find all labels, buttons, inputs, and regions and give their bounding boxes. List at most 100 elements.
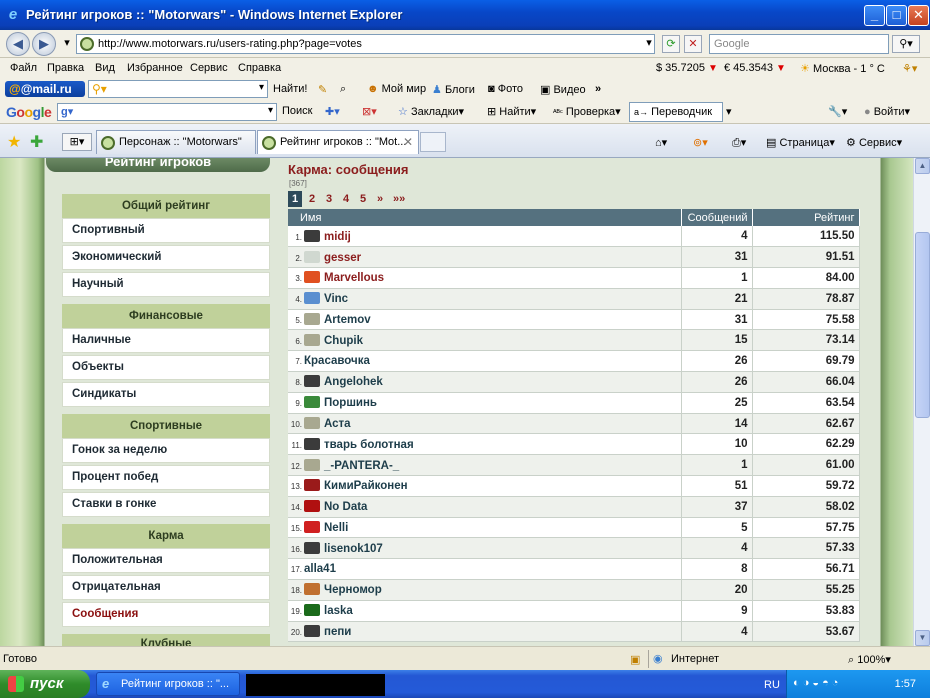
clock[interactable]: 1:57 <box>895 678 916 690</box>
sidebar-item-races-week[interactable]: Гонок за неделю <box>62 438 270 463</box>
column-header-messages[interactable]: Сообщений <box>681 209 753 226</box>
new-tab-button[interactable] <box>420 132 446 152</box>
spellcheck-button[interactable]: ᴬᴮᶜ Проверка▾ <box>553 105 621 118</box>
more-chevron-icon[interactable]: » <box>595 83 601 95</box>
google-search-input[interactable]: g▾ ▾ <box>57 103 277 121</box>
add-favorite-icon[interactable]: ✚ <box>30 132 43 152</box>
usd-rate[interactable]: $ 35.7205 ▼ <box>656 62 718 74</box>
login-button[interactable]: ● Войти▾ <box>864 105 910 118</box>
photo-link[interactable]: ◙ Фото <box>488 83 523 95</box>
sidebar-item-positive[interactable]: Положительная <box>62 548 270 573</box>
vertical-scrollbar[interactable]: ▲ ▼ <box>913 158 930 646</box>
page-link-3[interactable]: 3 <box>322 191 336 207</box>
sidebar-item-science[interactable]: Научный <box>62 272 270 297</box>
magnifier-icon[interactable]: ⌕ <box>340 83 346 96</box>
sidebar-item-negative[interactable]: Отрицательная <box>62 575 270 600</box>
player-name-link[interactable]: пепи <box>324 626 351 638</box>
player-name-link[interactable]: No Data <box>324 501 367 513</box>
player-name-link[interactable]: Artemov <box>324 314 371 326</box>
forward-button[interactable]: ▶ <box>32 32 56 56</box>
sidebar-item-race-bets[interactable]: Ставки в гонке <box>62 492 270 517</box>
sidebar-item-messages[interactable]: Сообщения <box>62 602 270 627</box>
player-name-link[interactable]: тварь болотная <box>324 439 414 451</box>
page-link-1[interactable]: 1 <box>288 191 302 207</box>
popup-blocker-icon[interactable]: ⊠▾ <box>362 105 377 118</box>
quick-tabs-icon[interactable]: ⊞▾ <box>62 133 92 151</box>
scroll-down-icon[interactable]: ▼ <box>915 630 930 646</box>
page-link-2[interactable]: 2 <box>305 191 319 207</box>
google-search-button[interactable]: Поиск <box>282 105 312 117</box>
taskbar-window-ie[interactable]: e Рейтинг игроков :: "... <box>96 672 240 696</box>
mailru-find-button[interactable]: Найти! <box>273 83 307 95</box>
find-button[interactable]: ⊞ Найти▾ <box>487 105 536 118</box>
player-name-link[interactable]: gesser <box>324 252 361 264</box>
translator-dropdown-icon[interactable]: ▾ <box>726 105 732 118</box>
sidebar-item-cash[interactable]: Наличные <box>62 328 270 353</box>
page-next[interactable]: » <box>373 191 387 207</box>
stop-icon[interactable]: ✕ <box>684 35 702 53</box>
history-dropdown-icon[interactable]: ▾ <box>58 35 76 53</box>
column-header-name[interactable]: Имя <box>288 209 682 226</box>
wrench-icon[interactable]: 🔧▾ <box>828 105 847 118</box>
page-link-4[interactable]: 4 <box>339 191 353 207</box>
sidebar-item-objects[interactable]: Объекты <box>62 355 270 380</box>
pen-icon[interactable]: ✎ <box>318 83 327 96</box>
player-name-link[interactable]: Аста <box>324 418 351 430</box>
player-name-link[interactable]: lisenok107 <box>324 543 383 555</box>
sidebar-item-sport[interactable]: Спортивный <box>62 218 270 243</box>
close-button[interactable]: ✕ <box>908 5 929 26</box>
player-name-link[interactable]: Nelli <box>324 522 348 534</box>
video-link[interactable]: ▣ Видео <box>540 83 586 96</box>
search-go-icon[interactable]: ⚲▾ <box>892 35 920 53</box>
sidebar-item-syndicates[interactable]: Синдикаты <box>62 382 270 407</box>
security-zone[interactable]: ◉ Интернет <box>648 650 848 668</box>
tray-icons[interactable]: ◐ ◑ ◒ ◓ ◔ <box>793 677 838 689</box>
player-name-link[interactable]: КимиРайконен <box>324 480 408 492</box>
menu-help[interactable]: Справка <box>238 62 281 74</box>
sidebar-item-economic[interactable]: Экономический <box>62 245 270 270</box>
language-indicator[interactable]: RU <box>764 679 780 691</box>
player-name-link[interactable]: Черномор <box>324 584 382 596</box>
start-button[interactable]: пуск <box>0 670 90 698</box>
favorites-star-icon[interactable]: ★ <box>7 132 21 152</box>
menu-file[interactable]: Файл <box>10 62 37 74</box>
player-name-link[interactable]: Marvellous <box>324 272 384 284</box>
window-title-bar[interactable]: e Рейтинг игроков :: "Motorwars" - Windo… <box>0 0 930 30</box>
maximize-button[interactable]: □ <box>886 5 907 26</box>
menu-view[interactable]: Вид <box>95 62 115 74</box>
player-name-link[interactable]: Vinc <box>324 293 348 305</box>
mailru-search-input[interactable]: ⚲▾ ▾ <box>88 80 268 98</box>
tab-rating[interactable]: Рейтинг игроков :: "Mot... ✕ <box>257 130 419 154</box>
refresh-icon[interactable]: ⟳ <box>662 35 680 53</box>
weather-options-icon[interactable]: ⚘▾ <box>902 62 917 75</box>
player-name-link[interactable]: laska <box>324 605 353 617</box>
home-icon[interactable]: ⌂▾ <box>655 136 667 149</box>
tab-character[interactable]: Персонаж :: "Motorwars" <box>96 130 256 154</box>
tools-menu[interactable]: ⚙ Сервис▾ <box>846 136 902 149</box>
search-input[interactable]: Google <box>709 34 889 54</box>
zoom-control[interactable]: ⌕ 100%▾ <box>848 653 891 667</box>
page-link-5[interactable]: 5 <box>356 191 370 207</box>
scroll-up-icon[interactable]: ▲ <box>915 158 930 174</box>
taskbar-redacted-item[interactable] <box>246 674 385 696</box>
plus-icon[interactable]: ✚▾ <box>325 105 340 118</box>
player-name-link[interactable]: Angelohek <box>324 376 383 388</box>
blogs-link[interactable]: ♟ Блоги <box>432 83 475 96</box>
menu-favorites[interactable]: Избранное <box>127 62 183 74</box>
scroll-thumb[interactable] <box>915 232 930 418</box>
page-last[interactable]: »» <box>391 191 407 207</box>
mailru-logo[interactable]: @@mail.ru <box>5 81 85 97</box>
back-button[interactable]: ◀ <box>6 32 30 56</box>
player-name-link[interactable]: Поршинь <box>324 397 377 409</box>
weather[interactable]: ☀ Москва - 1 ° C <box>800 62 885 75</box>
page-menu[interactable]: ▤ Страница▾ <box>766 136 835 149</box>
player-name-link[interactable]: midij <box>324 231 351 243</box>
bookmarks-button[interactable]: ☆ Закладки▾ <box>398 105 464 118</box>
close-tab-icon[interactable]: ✕ <box>403 135 413 149</box>
translator-button[interactable]: a→ Переводчик <box>629 102 723 122</box>
address-input[interactable]: http://www.motorwars.ru/users-rating.php… <box>76 34 655 54</box>
feeds-icon[interactable]: ⊚▾ <box>693 136 708 149</box>
player-name-link[interactable]: Chupik <box>324 335 363 347</box>
player-name-link[interactable]: alla41 <box>304 563 336 575</box>
sidebar-item-win-percent[interactable]: Процент побед <box>62 465 270 490</box>
